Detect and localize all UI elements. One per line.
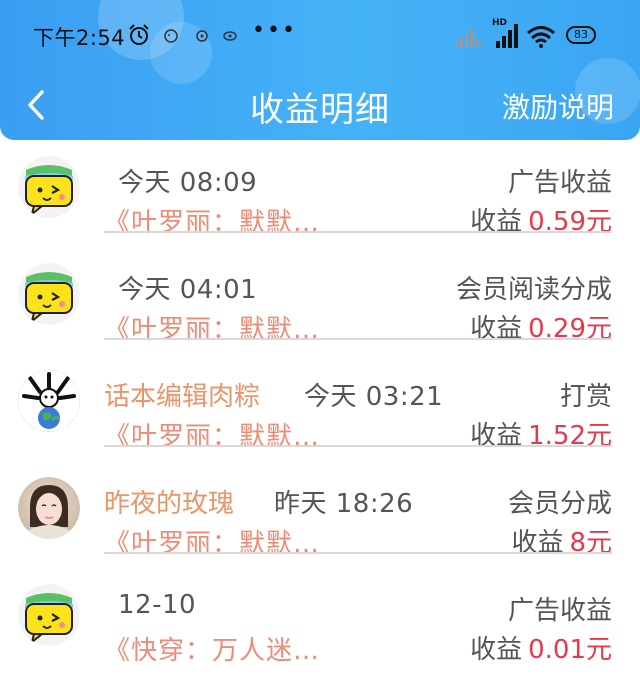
record-time: 昨天 18:26: [274, 489, 414, 519]
divider: [104, 552, 612, 554]
earning: 收益 0.01元: [470, 629, 612, 666]
book-title[interactable]: 《快穿：万人迷…: [104, 630, 320, 667]
list-item[interactable]: 昨夜的玫瑰 昨天 18:26 会员分成 《叶罗丽：默默… 收益 8元: [0, 461, 640, 568]
book-title[interactable]: 《叶罗丽：默默…: [104, 202, 320, 239]
more-notifications-icon: •••: [252, 18, 297, 43]
record-type: 会员分成: [507, 489, 612, 519]
user-name[interactable]: 话本编辑肉粽: [104, 376, 260, 413]
divider: [104, 231, 612, 233]
list-item[interactable]: 12-10 广告收益 《快穿：万人迷… 收益 0.01元: [0, 568, 640, 675]
incentive-info-link[interactable]: 激励说明: [502, 86, 614, 126]
header-bar: 下午2:54 ••• HD 83 收益明细 激励说明: [0, 0, 640, 140]
user-name[interactable]: 昨夜的玫瑰: [104, 483, 234, 520]
list-item[interactable]: 今天 08:09 广告收益 《叶罗丽：默默… 收益 0.59元: [0, 140, 640, 247]
avatar[interactable]: [18, 156, 80, 218]
list-item[interactable]: 话本编辑肉粽 今天 03:21 打赏 《叶罗丽：默默… 收益 1.52元: [0, 354, 640, 461]
notification-icon: [164, 29, 178, 43]
record-type: 打赏: [559, 382, 612, 412]
divider: [104, 445, 612, 447]
notification-icon: [223, 31, 237, 41]
book-title[interactable]: 《叶罗丽：默默…: [104, 416, 320, 453]
list-item[interactable]: 今天 04:01 会员阅读分成 《叶罗丽：默默… 收益 0.29元: [0, 247, 640, 354]
record-time: 今天 03:21: [304, 382, 444, 412]
avatar[interactable]: [18, 370, 80, 432]
divider: [104, 338, 612, 340]
alarm-icon: [129, 24, 149, 45]
record-type: 广告收益: [507, 168, 612, 198]
wifi-icon: [527, 26, 555, 48]
signal-icon: [455, 30, 481, 48]
avatar[interactable]: [18, 477, 80, 539]
avatar[interactable]: [18, 263, 80, 325]
book-title[interactable]: 《叶罗丽：默默…: [104, 523, 320, 560]
record-type: 广告收益: [507, 596, 612, 626]
signal-icon: [496, 24, 518, 48]
notification-icon: [196, 30, 208, 42]
record-time: 今天 04:01: [118, 275, 258, 305]
avatar[interactable]: [18, 584, 80, 646]
book-title[interactable]: 《叶罗丽：默默…: [104, 309, 320, 346]
record-time: 今天 08:09: [118, 168, 258, 198]
status-bar: 下午2:54 ••• HD 83: [0, 18, 640, 54]
earnings-list: 今天 08:09 广告收益 《叶罗丽：默默… 收益 0.59元 今天 04:01 …: [0, 140, 640, 675]
record-type: 会员阅读分成: [455, 275, 612, 305]
status-time: 下午2:54: [33, 26, 126, 50]
battery-indicator: 83: [566, 26, 596, 44]
record-time: 12-10: [118, 590, 197, 620]
